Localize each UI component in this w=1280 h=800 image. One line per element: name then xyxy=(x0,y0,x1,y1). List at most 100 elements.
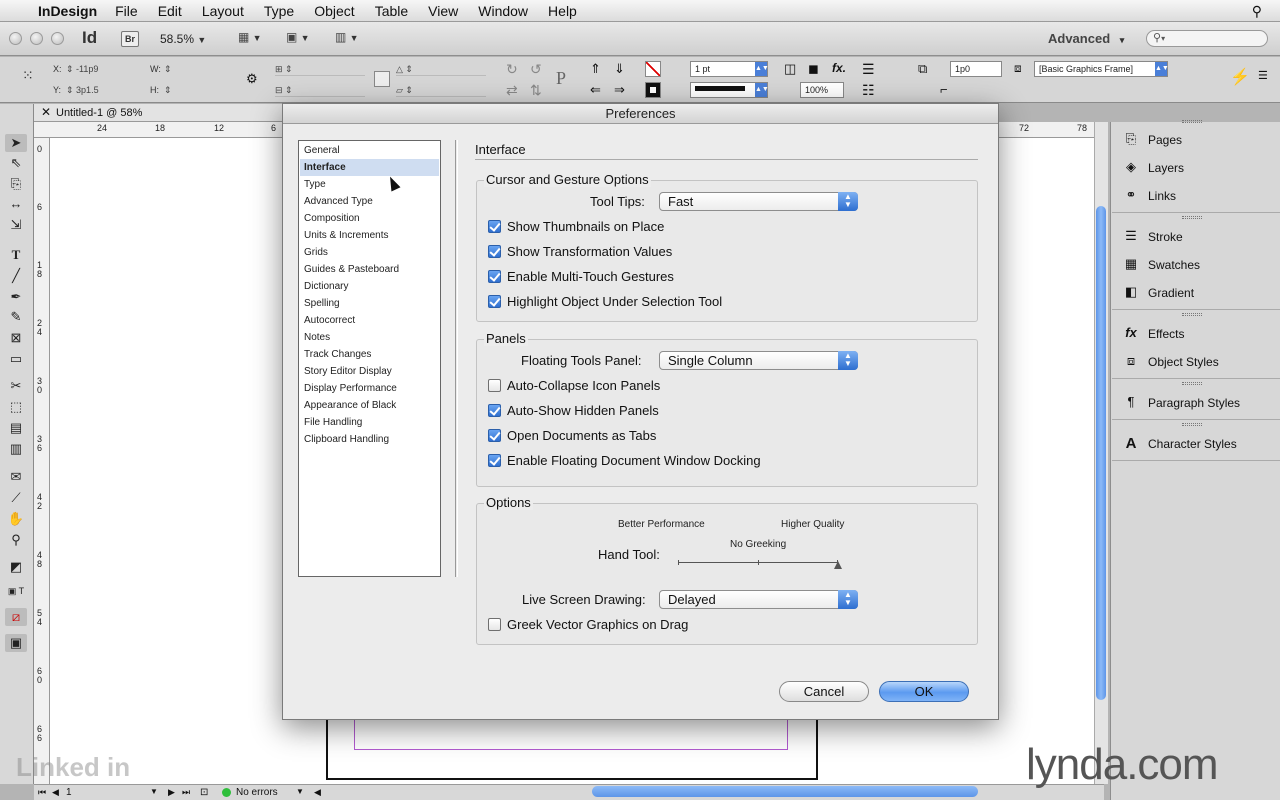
y-position-field[interactable]: ⇕ 3p1.5 xyxy=(66,84,138,97)
hand-tool-icon[interactable]: ✋ xyxy=(5,510,27,528)
highlight-object-checkbox[interactable]: Highlight Object Under Selection Tool xyxy=(488,294,722,309)
horizontal-scrollbar-thumb[interactable] xyxy=(592,786,978,797)
flip-vertical-icon[interactable]: ⇅ xyxy=(530,82,542,99)
gradient-feather-tool-icon[interactable]: ▥ xyxy=(5,440,27,458)
gap-tool-icon[interactable]: ↔ xyxy=(5,195,27,213)
select-next-icon[interactable]: ⇒ xyxy=(614,82,625,98)
panel-gradient[interactable]: ◧ Gradient xyxy=(1122,282,1272,304)
panel-character-styles[interactable]: A Character Styles xyxy=(1122,433,1272,455)
spotlight-search-icon[interactable]: ⚲ xyxy=(1252,3,1262,20)
preflight-errors-label[interactable]: No errors xyxy=(236,787,278,798)
floating-docking-checkbox[interactable]: Enable Floating Document Window Docking xyxy=(488,453,761,468)
quick-apply-lightning-icon[interactable]: ⚡ xyxy=(1230,67,1250,87)
first-page-icon[interactable]: ⏮ xyxy=(38,787,46,798)
show-thumbnails-checkbox[interactable]: Show Thumbnails on Place xyxy=(488,219,664,234)
stroke-type-dropdown[interactable]: ▲▼ xyxy=(690,82,769,98)
selection-tool-icon[interactable]: ➤ xyxy=(5,134,27,152)
category-general[interactable]: General xyxy=(300,142,439,159)
menu-view[interactable]: View xyxy=(418,0,468,22)
fill-stroke-icon[interactable]: ◩ xyxy=(5,558,27,576)
panel-group-grip[interactable] xyxy=(1182,216,1202,219)
category-display-performance[interactable]: Display Performance xyxy=(300,380,439,397)
previous-page-icon[interactable]: ◀ xyxy=(52,787,59,798)
category-composition[interactable]: Composition xyxy=(300,210,439,227)
reference-point-icon[interactable]: ⁙ xyxy=(22,67,40,85)
corner-options-icon[interactable]: ⌐ xyxy=(940,82,948,97)
category-track-changes[interactable]: Track Changes xyxy=(300,346,439,363)
menu-table[interactable]: Table xyxy=(365,0,418,22)
constrain-scale-icon[interactable] xyxy=(374,71,390,87)
height-field[interactable]: ⇕ xyxy=(164,84,236,97)
floating-tools-select[interactable]: Single Column ▲ ▼ xyxy=(659,351,858,370)
pen-tool-icon[interactable]: ✒ xyxy=(5,288,27,306)
view-options-icon[interactable]: ▦ ▼ xyxy=(238,30,272,48)
rectangle-tool-icon[interactable]: ▭ xyxy=(5,350,27,368)
show-transformation-values-checkbox[interactable]: Show Transformation Values xyxy=(488,244,672,259)
category-spelling[interactable]: Spelling xyxy=(300,295,439,312)
type-tool-icon[interactable]: T xyxy=(5,246,27,264)
vertical-scrollbar-thumb[interactable] xyxy=(1096,206,1106,700)
slider-thumb[interactable] xyxy=(834,561,842,569)
drop-shadow-icon[interactable]: ◫ xyxy=(784,61,796,77)
close-window-button[interactable] xyxy=(9,32,22,45)
rotation-field[interactable]: △ ⇕ xyxy=(396,63,486,76)
object-style-dropdown[interactable]: [Basic Graphics Frame] ▲▼ xyxy=(1034,61,1169,77)
panel-layers[interactable]: ◈ Layers xyxy=(1122,157,1272,179)
scale-x-field[interactable]: ⊞ ⇕ xyxy=(275,63,365,76)
cancel-button[interactable]: Cancel xyxy=(779,681,869,702)
note-tool-icon[interactable]: ✉ xyxy=(5,468,27,486)
content-collector-icon[interactable]: ⇲ xyxy=(5,216,27,234)
rectangle-frame-tool-icon[interactable]: ⊠ xyxy=(5,329,27,347)
effects-fx-icon[interactable]: fx. xyxy=(832,61,846,75)
minimize-window-button[interactable] xyxy=(30,32,43,45)
gradient-swatch-tool-icon[interactable]: ▤ xyxy=(5,419,27,437)
stroke-swatch-icon[interactable] xyxy=(645,82,661,98)
page-menu-chevron-icon[interactable]: ▼ xyxy=(150,787,158,796)
panel-menu-icon[interactable]: ☰ xyxy=(1258,69,1268,82)
zoom-level-dropdown[interactable]: 58.5% ▼ xyxy=(160,32,206,46)
select-container-icon[interactable]: ⇑ xyxy=(590,61,601,77)
free-transform-tool-icon[interactable]: ⬚ xyxy=(5,398,27,416)
panel-group-grip[interactable] xyxy=(1182,423,1202,426)
rotate-90-cw-icon[interactable]: ↻ xyxy=(506,61,518,78)
stroke-weight-dropdown[interactable]: 1 pt ▲▼ xyxy=(690,61,769,77)
category-dictionary[interactable]: Dictionary xyxy=(300,278,439,295)
open-document-folder-icon[interactable]: ⊡ xyxy=(200,787,208,798)
shadow-toggle-icon[interactable]: ◼ xyxy=(808,61,819,77)
eyedropper-tool-icon[interactable]: ⟋ xyxy=(5,489,27,507)
bridge-button[interactable]: Br xyxy=(121,31,139,47)
x-position-field[interactable]: ⇕ -11p9 xyxy=(66,63,138,76)
auto-collapse-checkbox[interactable]: Auto-Collapse Icon Panels xyxy=(488,378,660,393)
menu-type[interactable]: Type xyxy=(254,0,304,22)
category-guides-pasteboard[interactable]: Guides & Pasteboard xyxy=(300,261,439,278)
category-story-editor-display[interactable]: Story Editor Display xyxy=(300,363,439,380)
menu-help[interactable]: Help xyxy=(538,0,587,22)
opacity-field[interactable]: 100% xyxy=(800,82,844,98)
category-notes[interactable]: Notes xyxy=(300,329,439,346)
vertical-ruler[interactable]: 0 6 1 8 2 4 3 0 3 6 4 2 4 8 5 4 6 0 6 6 xyxy=(34,138,50,784)
panel-group-grip[interactable] xyxy=(1182,382,1202,385)
panel-links[interactable]: ⚭ Links xyxy=(1122,185,1272,207)
panel-group-grip[interactable] xyxy=(1182,120,1202,123)
menu-object[interactable]: Object xyxy=(304,0,364,22)
panel-group-grip[interactable] xyxy=(1182,313,1202,316)
category-interface[interactable]: Interface xyxy=(300,159,439,176)
next-page-icon[interactable]: ▶ xyxy=(168,787,175,798)
live-screen-drawing-select[interactable]: Delayed ▲ ▼ xyxy=(659,590,858,609)
width-field[interactable]: ⇕ xyxy=(164,63,236,76)
category-file-handling[interactable]: File Handling xyxy=(300,414,439,431)
category-appearance-of-black[interactable]: Appearance of Black xyxy=(300,397,439,414)
select-previous-icon[interactable]: ⇐ xyxy=(590,82,601,98)
direct-selection-tool-icon[interactable]: ⇖ xyxy=(5,154,27,172)
zoom-window-button[interactable] xyxy=(51,32,64,45)
constrain-proportions-icon[interactable]: ⚙ xyxy=(246,71,258,87)
page-tool-icon[interactable]: ⎘ xyxy=(5,175,27,193)
app-menu[interactable]: InDesign xyxy=(36,0,105,22)
workspace-switcher[interactable]: Advanced ▾ xyxy=(1048,31,1124,46)
frame-fitting-icon[interactable]: ⧉ xyxy=(918,61,927,77)
menu-window[interactable]: Window xyxy=(468,0,538,22)
stroke-offset-field[interactable]: 1p0 xyxy=(950,61,1002,77)
category-grids[interactable]: Grids xyxy=(300,244,439,261)
text-wrap-icon[interactable]: ☰ xyxy=(862,61,875,78)
select-content-icon[interactable]: ⇓ xyxy=(614,61,625,77)
